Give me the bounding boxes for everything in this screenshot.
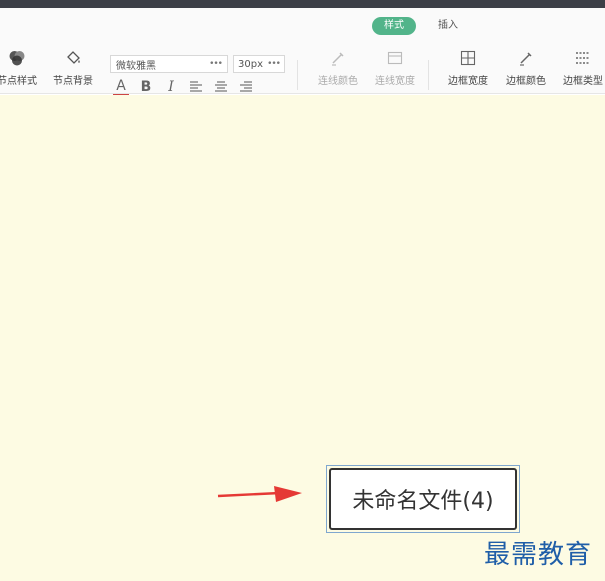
bold-button[interactable]: B bbox=[138, 78, 154, 96]
border-width-label: 边框宽度 bbox=[448, 76, 488, 87]
border-type-button[interactable]: 边框类型 bbox=[558, 46, 605, 87]
align-center-button[interactable] bbox=[213, 78, 229, 96]
font-family-value: 微软雅黑 bbox=[116, 60, 156, 72]
italic-button[interactable]: I bbox=[163, 78, 179, 96]
selected-node[interactable]: 未命名文件(4) bbox=[326, 465, 520, 533]
font-size-select[interactable]: 30px ••• bbox=[233, 55, 285, 73]
align-left-button[interactable] bbox=[188, 78, 204, 96]
font-color-button[interactable]: A bbox=[113, 78, 129, 96]
align-right-icon bbox=[240, 81, 252, 92]
toolbar-tabs: 样式 插入 bbox=[372, 16, 470, 36]
pen-icon bbox=[329, 46, 347, 70]
font-family-select[interactable]: 微软雅黑 ••• bbox=[110, 55, 228, 73]
border-type-icon bbox=[574, 46, 592, 70]
align-left-icon bbox=[190, 81, 202, 92]
watermark-logo: 最需教育 bbox=[484, 540, 593, 570]
align-center-icon bbox=[215, 81, 227, 92]
line-color-label: 连线颜色 bbox=[318, 76, 358, 87]
text-format-row: A B I bbox=[113, 78, 254, 96]
more-icon: ••• bbox=[209, 59, 223, 69]
line-width-button[interactable]: 连线宽度 bbox=[370, 46, 420, 87]
border-color-button[interactable]: 边框颜色 bbox=[501, 46, 551, 87]
tab-style[interactable]: 样式 bbox=[372, 17, 416, 35]
more-icon: ••• bbox=[267, 59, 281, 69]
node-style-icon bbox=[8, 46, 26, 70]
line-width-icon bbox=[386, 46, 404, 70]
node-text: 未命名文件(4) bbox=[352, 489, 494, 514]
border-grid-icon bbox=[459, 46, 477, 70]
style-toolbar: 样式 插入 节点样式 节点背景 微软雅黑 ••• 30px ••• A B I … bbox=[0, 8, 605, 96]
border-width-button[interactable]: 边框宽度 bbox=[443, 46, 493, 87]
node-background-button[interactable]: 节点背景 bbox=[48, 46, 98, 87]
paint-bucket-icon bbox=[64, 46, 82, 70]
toolbar-divider bbox=[297, 60, 298, 90]
font-size-value: 30px bbox=[238, 58, 263, 70]
node-style-label: 节点样式 bbox=[0, 76, 37, 87]
border-color-label: 边框颜色 bbox=[506, 76, 546, 87]
line-width-label: 连线宽度 bbox=[375, 76, 415, 87]
node-background-label: 节点背景 bbox=[53, 76, 93, 87]
border-type-label: 边框类型 bbox=[563, 76, 603, 87]
pen-icon bbox=[517, 46, 535, 70]
root-topic-node[interactable]: 未命名文件(4) bbox=[329, 468, 517, 530]
align-right-button[interactable] bbox=[238, 78, 254, 96]
node-style-button[interactable]: 节点样式 bbox=[0, 46, 42, 87]
toolbar-divider bbox=[428, 60, 429, 90]
red-arrow-icon bbox=[217, 486, 302, 502]
line-color-button[interactable]: 连线颜色 bbox=[313, 46, 363, 87]
tab-insert[interactable]: 插入 bbox=[426, 17, 470, 35]
window-top-bar bbox=[0, 0, 605, 8]
